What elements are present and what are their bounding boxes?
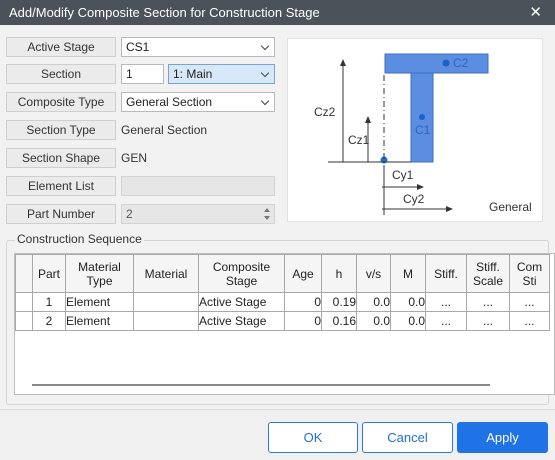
section-dropdown[interactable]: 1: Main xyxy=(168,64,275,84)
comp-stiff-button[interactable]: ... xyxy=(509,292,550,312)
comp-stiff-button[interactable]: ... xyxy=(509,311,550,331)
cy1-label: Cy1 xyxy=(392,168,414,182)
stiff-scale-button[interactable]: ... xyxy=(466,311,510,331)
section-label: Section xyxy=(6,64,116,84)
ok-button[interactable]: OK xyxy=(268,422,358,453)
stiff-button[interactable]: ... xyxy=(425,292,467,312)
column-header[interactable]: Material xyxy=(133,254,199,293)
title-bar: Add/Modify Composite Section for Constru… xyxy=(0,0,555,25)
part-number-value: 2 xyxy=(126,207,133,221)
column-header[interactable]: Material Type xyxy=(65,254,134,293)
row-header-corner xyxy=(15,254,33,293)
apply-button[interactable]: Apply xyxy=(457,422,548,453)
element-list-label: Element List xyxy=(6,176,116,196)
c2-label: C2 xyxy=(453,56,469,70)
table-row[interactable]: 1 Element Active Stage 0 0.19 0.0 0.0 ..… xyxy=(15,292,550,312)
composite-type-label: Composite Type xyxy=(6,92,116,112)
section-number-input[interactable]: 1 xyxy=(121,64,164,84)
flange-shape xyxy=(384,53,489,74)
part-number-label: Part Number xyxy=(6,204,116,224)
column-header[interactable]: Part xyxy=(32,254,66,293)
preview-caption: General xyxy=(489,200,532,214)
section-type-label: Section Type xyxy=(6,120,116,140)
m-cell[interactable]: 0.0 xyxy=(390,292,426,312)
stiff-button[interactable]: ... xyxy=(425,311,467,331)
composite-type-dropdown[interactable]: General Section xyxy=(121,92,275,112)
part-number-stepper[interactable]: 2 xyxy=(121,204,275,224)
column-header[interactable]: Stiff. Scale xyxy=(466,254,510,293)
active-stage-value: CS1 xyxy=(126,40,150,54)
c1-label: C1 xyxy=(415,123,431,137)
column-header[interactable]: Age xyxy=(284,254,322,293)
column-header[interactable]: h xyxy=(321,254,357,293)
h-cell[interactable]: 0.19 xyxy=(321,292,357,312)
sequence-table-wrapper: Part Material Type Material Composite St… xyxy=(14,253,555,395)
cz2-label: Cz2 xyxy=(314,105,336,119)
material-type-cell[interactable]: Element xyxy=(65,311,134,331)
horizontal-scrollbar[interactable] xyxy=(32,384,490,386)
column-header[interactable]: Stiff. xyxy=(425,254,467,293)
material-type-cell[interactable]: Element xyxy=(65,292,134,312)
part-cell[interactable]: 2 xyxy=(32,311,66,331)
section-shape-value: GEN xyxy=(121,151,148,165)
sequence-table: Part Material Type Material Composite St… xyxy=(15,254,550,331)
section-dropdown-value: 1: Main xyxy=(173,67,213,81)
material-cell[interactable] xyxy=(133,311,199,331)
table-header-row: Part Material Type Material Composite St… xyxy=(15,254,550,293)
active-stage-dropdown[interactable]: CS1 xyxy=(121,37,275,57)
vs-cell[interactable]: 0.0 xyxy=(356,292,391,312)
construction-sequence-title: Construction Sequence xyxy=(15,232,144,246)
column-header[interactable]: Com Sti xyxy=(509,254,550,293)
section-preview: C2 C1 Cz2 Cz1 Cy1 Cy2 General xyxy=(287,38,543,222)
cancel-button[interactable]: Cancel xyxy=(362,422,453,453)
table-row[interactable]: 2 Element Active Stage 0 0.16 0.0 0.0 ..… xyxy=(15,311,550,331)
cy2-label: Cy2 xyxy=(403,192,425,206)
composite-stage-cell[interactable]: Active Stage xyxy=(198,311,285,331)
cz1-label: Cz1 xyxy=(348,133,370,147)
vs-cell[interactable]: 0.0 xyxy=(356,311,391,331)
close-icon[interactable]: ✕ xyxy=(529,3,542,21)
part-cell[interactable]: 1 xyxy=(32,292,66,312)
section-type-value: General Section xyxy=(121,123,208,137)
column-header[interactable]: M xyxy=(390,254,426,293)
element-list-input[interactable] xyxy=(121,176,275,196)
active-stage-label: Active Stage xyxy=(6,37,116,57)
window-title: Add/Modify Composite Section for Constru… xyxy=(9,5,320,20)
composite-type-value: General Section xyxy=(126,95,213,109)
section-number-value: 1 xyxy=(126,67,133,81)
material-cell[interactable] xyxy=(133,292,199,312)
column-header[interactable]: Composite Stage xyxy=(198,254,285,293)
stepper-arrows-icon[interactable] xyxy=(264,207,270,221)
h-cell[interactable]: 0.16 xyxy=(321,311,357,331)
section-shape-label: Section Shape xyxy=(6,148,116,168)
section-diagram: C2 C1 Cz2 Cz1 Cy1 Cy2 General xyxy=(314,53,532,215)
c1-centroid-icon xyxy=(419,114,425,120)
c2-centroid-icon xyxy=(442,59,450,67)
age-cell[interactable]: 0 xyxy=(284,292,322,312)
composite-stage-cell[interactable]: Active Stage xyxy=(198,292,285,312)
m-cell[interactable]: 0.0 xyxy=(390,311,426,331)
column-header[interactable]: v/s xyxy=(356,254,391,293)
row-header[interactable] xyxy=(15,311,33,331)
age-cell[interactable]: 0 xyxy=(284,311,322,331)
row-header[interactable] xyxy=(15,292,33,312)
stiff-scale-button[interactable]: ... xyxy=(466,292,510,312)
